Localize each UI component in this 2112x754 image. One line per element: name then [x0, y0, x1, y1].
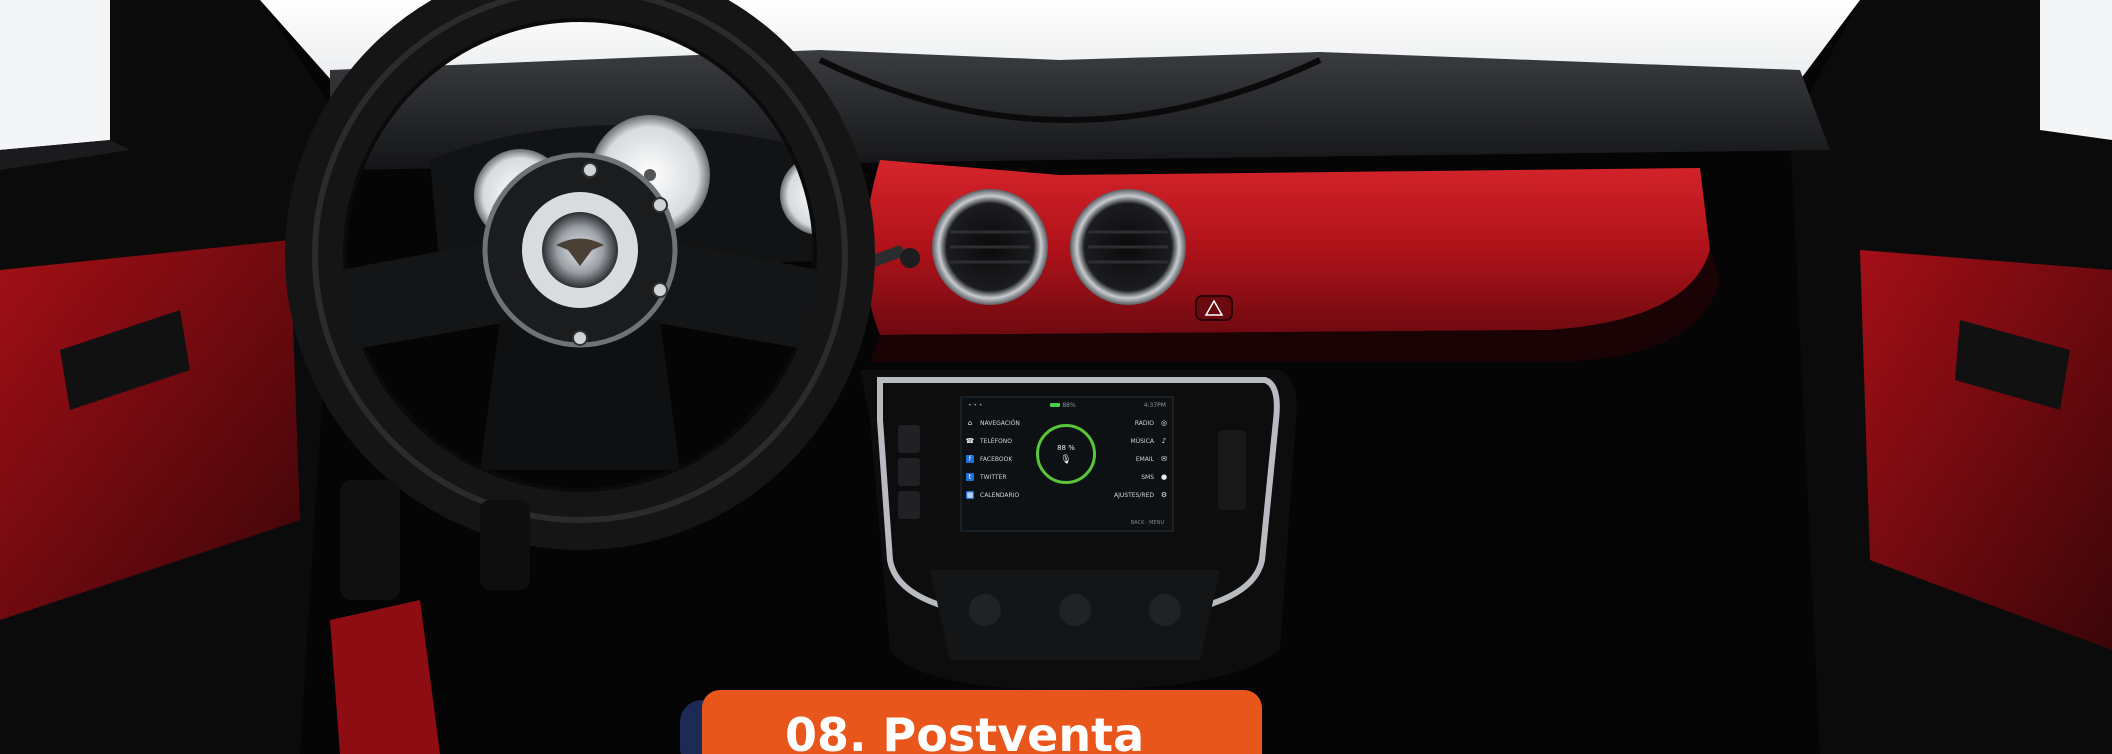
status-left-indicators: • • •	[968, 401, 983, 409]
voice-assistant-button[interactable]: 88 % 🎙	[1036, 424, 1096, 484]
battery-indicator: 88%	[1050, 401, 1076, 409]
screen-status-bar: • • • 88% 4:37PM	[968, 401, 1166, 409]
menu-item-email[interactable]: EMAIL ✉	[1136, 454, 1168, 464]
menu-item-navegacion[interactable]: ⌂ NAVEGACIÓN	[966, 418, 1036, 428]
status-clock: 4:37PM	[1143, 401, 1166, 409]
menu-item-calendario[interactable]: ▦ CALENDARIO	[966, 490, 1036, 500]
menu-item-telefono[interactable]: ☎ TELÉFONO	[966, 436, 1036, 446]
microphone-icon: 🎙	[1060, 454, 1072, 465]
car-interior-illustration	[0, 0, 2112, 754]
battery-percent: 88%	[1062, 401, 1076, 409]
menu-item-label: TWITTER	[980, 473, 1007, 481]
car-interior-photo: • • • 88% 4:37PM ⌂ NAVEGACIÓN ☎ TELÉFONO…	[0, 0, 2112, 754]
menu-item-radio[interactable]: RADIO ◎	[1135, 418, 1168, 428]
facebook-icon: f	[966, 455, 974, 463]
battery-icon	[1050, 402, 1061, 407]
twitter-icon: t	[966, 473, 974, 481]
section-title: 08. Postventa	[785, 708, 1145, 754]
email-icon: ✉	[1161, 455, 1167, 463]
menu-item-ajustes[interactable]: AJUSTES/RED ⚙	[1114, 490, 1168, 500]
menu-item-label: RADIO	[1134, 419, 1154, 427]
menu-item-label: MÚSICA	[1130, 437, 1154, 445]
screen-menu-left: ⌂ NAVEGACIÓN ☎ TELÉFONO f FACEBOOK t TWI…	[966, 418, 1036, 500]
calendar-icon: ▦	[966, 491, 974, 499]
menu-item-facebook[interactable]: f FACEBOOK	[966, 454, 1036, 464]
menu-item-musica[interactable]: MÚSICA ♪	[1131, 436, 1168, 446]
navigation-icon: ⌂	[967, 419, 973, 427]
screen-footer: BACK · MENU	[1130, 520, 1164, 526]
radio-icon: ◎	[1160, 419, 1168, 427]
menu-item-label: CALENDARIO	[980, 491, 1020, 499]
menu-item-label: TELÉFONO	[980, 437, 1012, 445]
menu-item-twitter[interactable]: t TWITTER	[966, 472, 1036, 482]
menu-item-label: AJUSTES/RED	[1114, 491, 1154, 499]
center-value: 88 %	[1057, 443, 1075, 452]
menu-item-label: SMS	[1141, 473, 1154, 481]
sms-icon: ●	[1160, 473, 1168, 481]
menu-item-sms[interactable]: SMS ●	[1141, 472, 1168, 482]
infotainment-screen[interactable]: • • • 88% 4:37PM ⌂ NAVEGACIÓN ☎ TELÉFONO…	[960, 396, 1174, 532]
screen-menu-right: RADIO ◎ MÚSICA ♪ EMAIL ✉ SMS ● AJUSTES/R…	[1104, 418, 1168, 500]
menu-item-label: EMAIL	[1135, 455, 1154, 463]
phone-icon: ☎	[965, 437, 975, 445]
music-icon: ♪	[1161, 437, 1167, 445]
menu-item-label: NAVEGACIÓN	[980, 419, 1020, 427]
settings-icon: ⚙	[1160, 491, 1168, 499]
menu-item-label: FACEBOOK	[980, 455, 1013, 463]
